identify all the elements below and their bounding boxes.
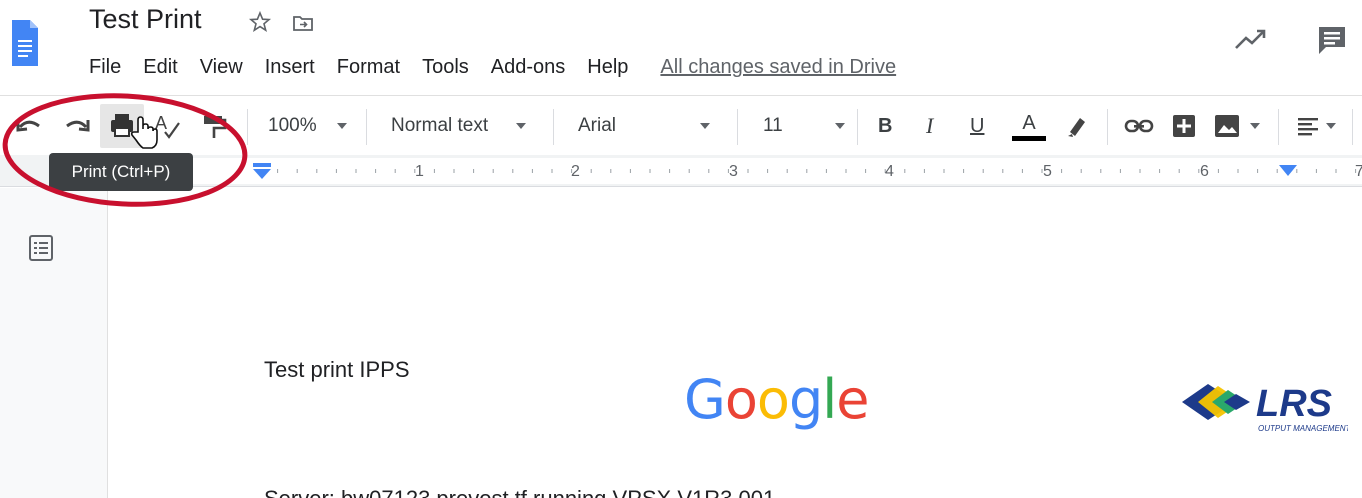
bold-glyph: B [878, 114, 893, 137]
font-size-value: 11 [763, 115, 783, 136]
ruler-label-1: 1 [415, 163, 424, 180]
text-color-button[interactable]: A [1012, 96, 1046, 156]
align-left-icon [1298, 118, 1318, 136]
insert-image-button[interactable] [1212, 96, 1260, 156]
menu-help[interactable]: Help [587, 56, 628, 79]
activity-trend-icon[interactable] [1234, 28, 1268, 50]
lrs-tagline: OUTPUT MANAGEMENT [1258, 424, 1348, 433]
google-logo-letter: o [724, 368, 758, 431]
bold-button[interactable]: B [878, 96, 892, 156]
style-value: Normal text [391, 115, 489, 136]
menu-tools[interactable]: Tools [422, 56, 469, 79]
google-logo-letter: e [836, 368, 869, 431]
redo-icon[interactable] [62, 96, 92, 156]
font-size-select[interactable]: 11 [763, 96, 845, 156]
menu-insert[interactable]: Insert [265, 56, 315, 79]
highlighter-icon[interactable] [1064, 96, 1090, 156]
ruler[interactable]: 1 2 3 4 5 6 7 [0, 155, 1362, 187]
font-value: Arial [578, 115, 617, 136]
move-to-folder-icon[interactable] [291, 11, 315, 35]
chevron-down-icon [516, 123, 527, 129]
ruler-label-6: 6 [1200, 163, 1209, 180]
font-select[interactable]: Arial [578, 96, 711, 156]
ruler-label-5: 5 [1043, 163, 1052, 180]
insert-image-icon [1215, 115, 1239, 137]
chevron-down-icon [834, 123, 845, 129]
chevron-down-icon [1250, 123, 1260, 129]
left-indent-marker[interactable] [252, 161, 272, 183]
ruler-page-area: 1 2 3 4 5 6 7 [108, 158, 1362, 184]
star-icon[interactable] [248, 10, 272, 34]
header: Test Print File Edit View Insert Format … [0, 0, 1362, 95]
google-logo-letter: l [822, 368, 837, 431]
google-logo-text: Google [684, 368, 869, 431]
ruler-label-4: 4 [885, 163, 894, 180]
menu-view[interactable]: View [200, 56, 243, 79]
lrs-logo: LRS OUTPUT MANAGEMENT [1182, 383, 1348, 433]
left-margin [0, 188, 108, 498]
print-tooltip: Print (Ctrl+P) [49, 153, 193, 191]
google-logo: Google [684, 368, 869, 431]
undo-icon[interactable] [14, 96, 44, 156]
right-indent-marker[interactable] [1278, 163, 1298, 179]
menu-format[interactable]: Format [337, 56, 400, 79]
paint-format-icon[interactable] [199, 96, 229, 156]
document-text-line[interactable]: Server: bw07123 prevost tf running VPSX … [264, 486, 775, 498]
hand-cursor-icon [130, 116, 158, 149]
docs-logo-icon[interactable] [10, 10, 40, 70]
text-color-swatch [1012, 135, 1046, 141]
style-select[interactable]: Normal text [391, 96, 527, 156]
ruler-label-3: 3 [729, 163, 738, 180]
italic-glyph: I [926, 113, 934, 138]
underline-button[interactable]: U [970, 96, 984, 156]
link-icon[interactable] [1122, 96, 1156, 156]
google-logo-letter: g [788, 368, 823, 431]
menubar: File Edit View Insert Format Tools Add-o… [89, 54, 896, 80]
text-color-glyph: A [1022, 111, 1036, 134]
document-page[interactable] [109, 188, 1362, 498]
ruler-label-2: 2 [571, 163, 580, 180]
align-button[interactable] [1296, 96, 1336, 156]
menu-edit[interactable]: Edit [143, 56, 177, 79]
document-text-line[interactable]: Test print IPPS [264, 357, 410, 383]
toolbar: A 100% Normal text Arial 11 B I U A [0, 95, 1362, 155]
ruler-label-7: 7 [1355, 163, 1362, 180]
add-comment-icon[interactable] [1170, 96, 1198, 156]
save-status-link[interactable]: All changes saved in Drive [660, 56, 896, 79]
underline-glyph: U [970, 114, 985, 137]
chevron-down-icon [700, 123, 711, 129]
menu-addons[interactable]: Add-ons [491, 56, 566, 79]
google-logo-letter: G [684, 368, 726, 431]
google-logo-letter: o [756, 368, 790, 431]
chevron-down-icon [1326, 123, 1336, 129]
lrs-logo-text: LRS [1256, 383, 1332, 425]
comments-icon[interactable] [1316, 25, 1348, 55]
document-title[interactable]: Test Print [89, 4, 202, 35]
chevron-down-icon [336, 123, 347, 129]
italic-button[interactable]: I [926, 96, 933, 156]
document-outline-icon[interactable] [28, 234, 54, 262]
menu-file[interactable]: File [89, 56, 121, 79]
zoom-value: 100% [268, 115, 317, 136]
zoom-select[interactable]: 100% [268, 96, 347, 156]
